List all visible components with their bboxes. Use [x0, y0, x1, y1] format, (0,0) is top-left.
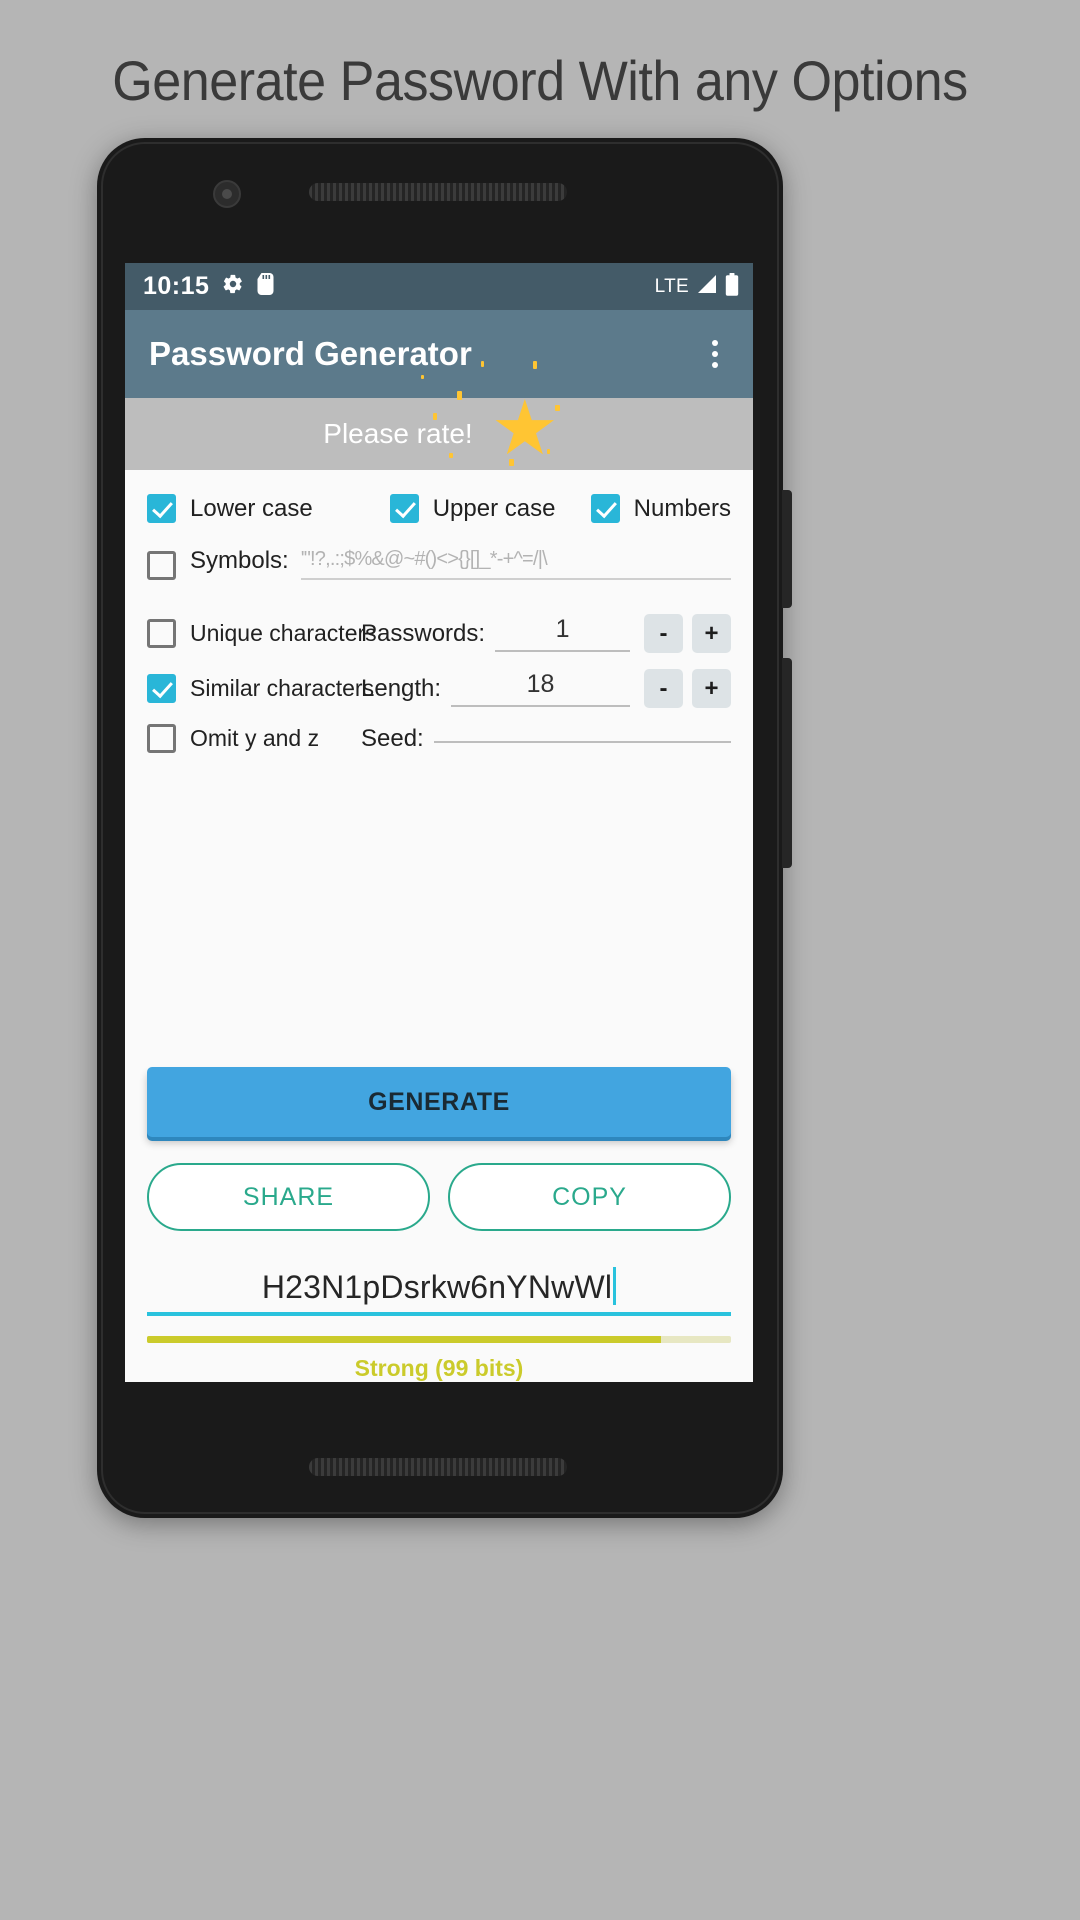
checkbox-lower-case-box[interactable]	[147, 494, 176, 523]
checkbox-unique-characters-label: Unique characters	[190, 620, 377, 646]
strength-meter	[147, 1336, 731, 1343]
option-row-passwords: Unique characters Passwords: 1 - +	[147, 614, 731, 653]
checkbox-omit-y-and-z-label: Omit y and z	[190, 725, 320, 751]
volume-button[interactable]	[782, 658, 792, 868]
overflow-menu-icon[interactable]	[693, 324, 737, 384]
page-title: Password Generator	[149, 335, 472, 372]
password-value: H23N1pDsrkw6nYNwWl	[261, 1269, 613, 1305]
checkbox-numbers[interactable]: Numbers	[590, 494, 731, 523]
gear-icon	[222, 273, 244, 300]
password-output-field[interactable]: H23N1pDsrkw6nYNwWl	[147, 1267, 731, 1316]
checkbox-unique-characters[interactable]: Unique characters	[147, 619, 377, 648]
passwords-field-label: Passwords:	[361, 619, 486, 647]
rate-banner-label: Please rate!	[323, 418, 473, 449]
promo-headline: Generate Password With any Options	[112, 49, 968, 112]
app-bar: Password Generator	[125, 310, 753, 398]
symbols-row: Symbols: '"!?,.:;$%&@~#()<>{}[]_*-+^=/|\	[147, 547, 731, 580]
length-increment-button[interactable]: +	[692, 669, 731, 708]
overflow-dot	[712, 351, 718, 357]
checkbox-upper-case[interactable]: Upper case	[389, 494, 591, 523]
checkbox-numbers-box[interactable]	[590, 494, 620, 523]
seed-field-label: Seed:	[361, 724, 424, 752]
length-input[interactable]: 18	[451, 670, 630, 707]
checkbox-similar-characters-label: Similar characters	[190, 675, 375, 701]
checkbox-omit-y-and-z[interactable]: Omit y and z	[147, 724, 361, 753]
checkbox-upper-case-box[interactable]	[389, 494, 419, 523]
status-bar-left: 10:15	[143, 272, 274, 301]
copy-button[interactable]: COPY	[448, 1163, 731, 1231]
rate-banner[interactable]: Please rate! ★	[125, 361, 753, 470]
options-panel: Lower case Upper case Numbers Symbols: '…	[125, 470, 753, 1382]
bottom-speaker	[309, 1458, 567, 1476]
network-type-label: LTE	[654, 275, 689, 297]
status-bar-right: LTE	[654, 272, 739, 301]
checkbox-upper-case-label: Upper case	[432, 494, 556, 522]
power-button[interactable]	[782, 490, 792, 608]
text-caret	[613, 1267, 617, 1305]
earpiece-speaker	[309, 183, 567, 201]
star-icon: ★	[420, 361, 560, 467]
checkbox-omit-y-and-z-box[interactable]	[147, 724, 176, 753]
passwords-input[interactable]: 1	[495, 615, 630, 652]
symbols-label: Symbols:	[190, 547, 289, 574]
passwords-increment-button[interactable]: +	[692, 614, 731, 653]
option-row-length: Similar characters Length: 18 - +	[147, 669, 731, 708]
seed-input[interactable]	[433, 735, 731, 743]
symbols-input[interactable]: '"!?,.:;$%&@~#()<>{}[]_*-+^=/|\	[300, 548, 731, 580]
sd-card-icon	[257, 273, 274, 300]
length-decrement-button[interactable]: -	[644, 669, 683, 708]
front-camera-icon	[213, 180, 241, 208]
phone-screen: 10:15 LTE Password Generator Please rate…	[125, 263, 753, 1382]
checkbox-unique-characters-box[interactable]	[147, 619, 176, 648]
status-time: 10:15	[143, 272, 210, 300]
checkbox-numbers-label: Numbers	[633, 494, 731, 522]
phone-device: 10:15 LTE Password Generator Please rate…	[97, 138, 792, 1518]
overflow-dot	[712, 340, 718, 346]
checkbox-similar-characters-box[interactable]	[147, 674, 176, 703]
passwords-decrement-button[interactable]: -	[644, 614, 683, 653]
generate-button[interactable]: GENERATE	[147, 1067, 731, 1137]
overflow-dot	[712, 362, 718, 368]
checkbox-lower-case-label: Lower case	[190, 494, 313, 522]
option-row-seed: Omit y and z Seed:	[147, 724, 731, 753]
checkbox-lower-case[interactable]: Lower case	[147, 494, 390, 523]
symbols-value: '"!?,.:;$%&@~#()<>{}[]_*-+^=/|\	[300, 548, 548, 570]
signal-icon	[696, 274, 718, 299]
status-bar: 10:15 LTE	[125, 263, 753, 310]
passwords-stepper: - +	[644, 614, 731, 653]
checkbox-symbols-box[interactable]	[147, 551, 176, 580]
length-field-label: Length:	[361, 674, 442, 702]
battery-icon	[725, 272, 739, 301]
length-stepper: - +	[644, 669, 731, 708]
share-button[interactable]: SHARE	[147, 1163, 430, 1231]
checkbox-similar-characters[interactable]: Similar characters	[147, 674, 374, 703]
strength-meter-fill	[147, 1336, 661, 1343]
character-class-row: Lower case Upper case Numbers	[147, 494, 731, 523]
secondary-actions: SHARE COPY	[147, 1163, 731, 1231]
strength-label: Strong (99 bits)	[354, 1355, 524, 1381]
